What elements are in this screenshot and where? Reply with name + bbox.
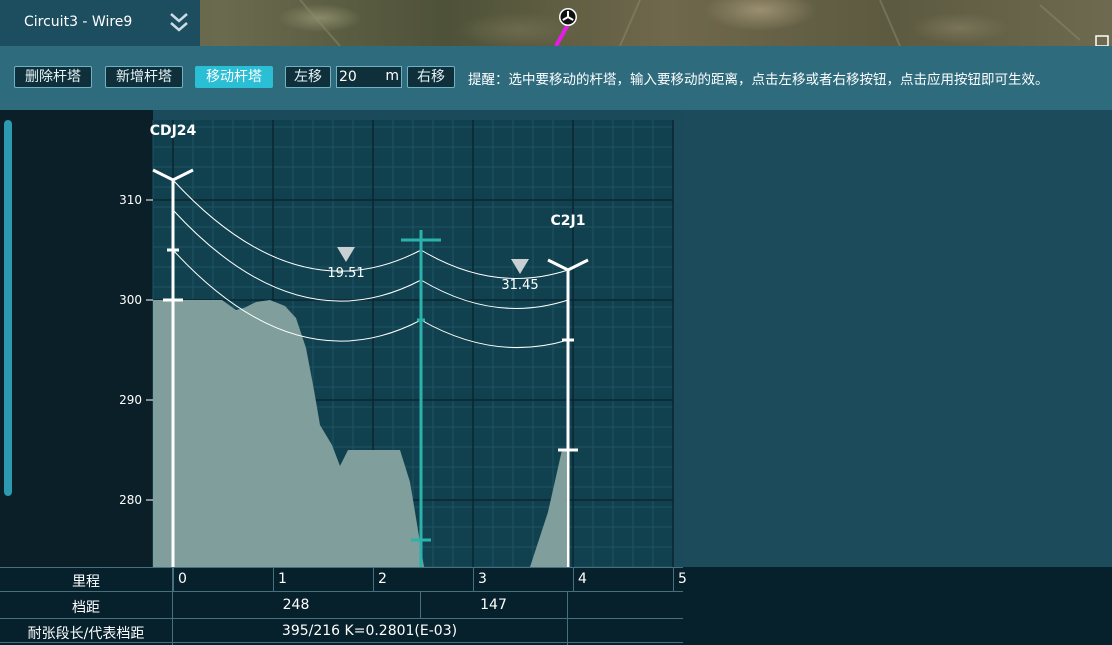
y-tick-label: 290 (119, 393, 142, 407)
span-row-label: 档距 (72, 600, 100, 616)
mileage-tick-label: 5 (678, 571, 687, 587)
profile-chart: 280 290 300 310 CDJ24 C2J1 19.51 31.45 (119, 120, 674, 567)
move-distance-field[interactable]: m (336, 66, 402, 88)
move-distance-input[interactable] (339, 68, 379, 86)
mileage-row-label: 里程 (72, 574, 100, 590)
span-cell-2: 147 (480, 597, 507, 613)
tower-marker-icon[interactable] (558, 7, 578, 27)
delete-tower-button[interactable]: 删除杆塔 (14, 66, 92, 88)
y-tick-label: 300 (119, 293, 142, 307)
mileage-tick-label: 2 (378, 571, 387, 587)
y-tick-label: 310 (119, 193, 142, 207)
table-divider (0, 591, 683, 592)
tension-cell: 395/216 K=0.2801(E-03) (281, 623, 458, 639)
hint-text: 提醒：选中要移动的杆塔，输入要移动的距离，点击左移或者右移按钮，点击应用按钮即可… (468, 72, 1049, 88)
table-divider (0, 618, 683, 619)
mileage-tick-label: 0 (178, 571, 187, 587)
mileage-tick-mark (473, 567, 474, 591)
mileage-tick-label: 3 (478, 571, 487, 587)
move-left-button[interactable]: 左移 (285, 66, 331, 88)
span-table: 里程 档距 耐张段长/代表档距 0 1 2 3 4 5 248 147 395/216 K… (0, 567, 1112, 645)
tower-name-label: C2J1 (551, 213, 586, 229)
tower-name-label: CDJ24 (150, 123, 197, 139)
mileage-tick-mark (173, 567, 174, 591)
table-divider (567, 591, 568, 645)
move-right-button[interactable]: 右移 (407, 66, 455, 88)
mileage-tick-mark (273, 567, 274, 591)
table-divider (0, 567, 683, 568)
distance-unit: m (385, 68, 399, 84)
mileage-tick-mark (373, 567, 374, 591)
sag-value-label: 31.45 (501, 278, 538, 293)
move-tower-button[interactable]: 移动杆塔 (195, 66, 273, 88)
empty-workspace (683, 110, 1112, 567)
chevron-double-down-icon[interactable] (168, 10, 190, 36)
window-title: Circuit3 - Wire9 (24, 14, 133, 30)
tension-row-label: 耐张段长/代表档距 (27, 626, 145, 642)
span-cell-1: 248 (282, 597, 310, 613)
sag-value-label: 19.51 (327, 266, 364, 281)
window-title-bar: Circuit3 - Wire9 (0, 0, 200, 47)
mileage-tick-label: 4 (578, 571, 587, 587)
mileage-tick-mark (673, 567, 674, 591)
mileage-tick-label: 1 (278, 571, 287, 587)
toolbar: 删除杆塔 新增杆塔 移动杆塔 左移 m 右移 提醒：选中要移动的杆塔，输入要移动… (0, 46, 1112, 110)
add-tower-button[interactable]: 新增杆塔 (105, 66, 183, 88)
y-tick-label: 280 (119, 493, 142, 507)
mileage-tick-mark (573, 567, 574, 591)
